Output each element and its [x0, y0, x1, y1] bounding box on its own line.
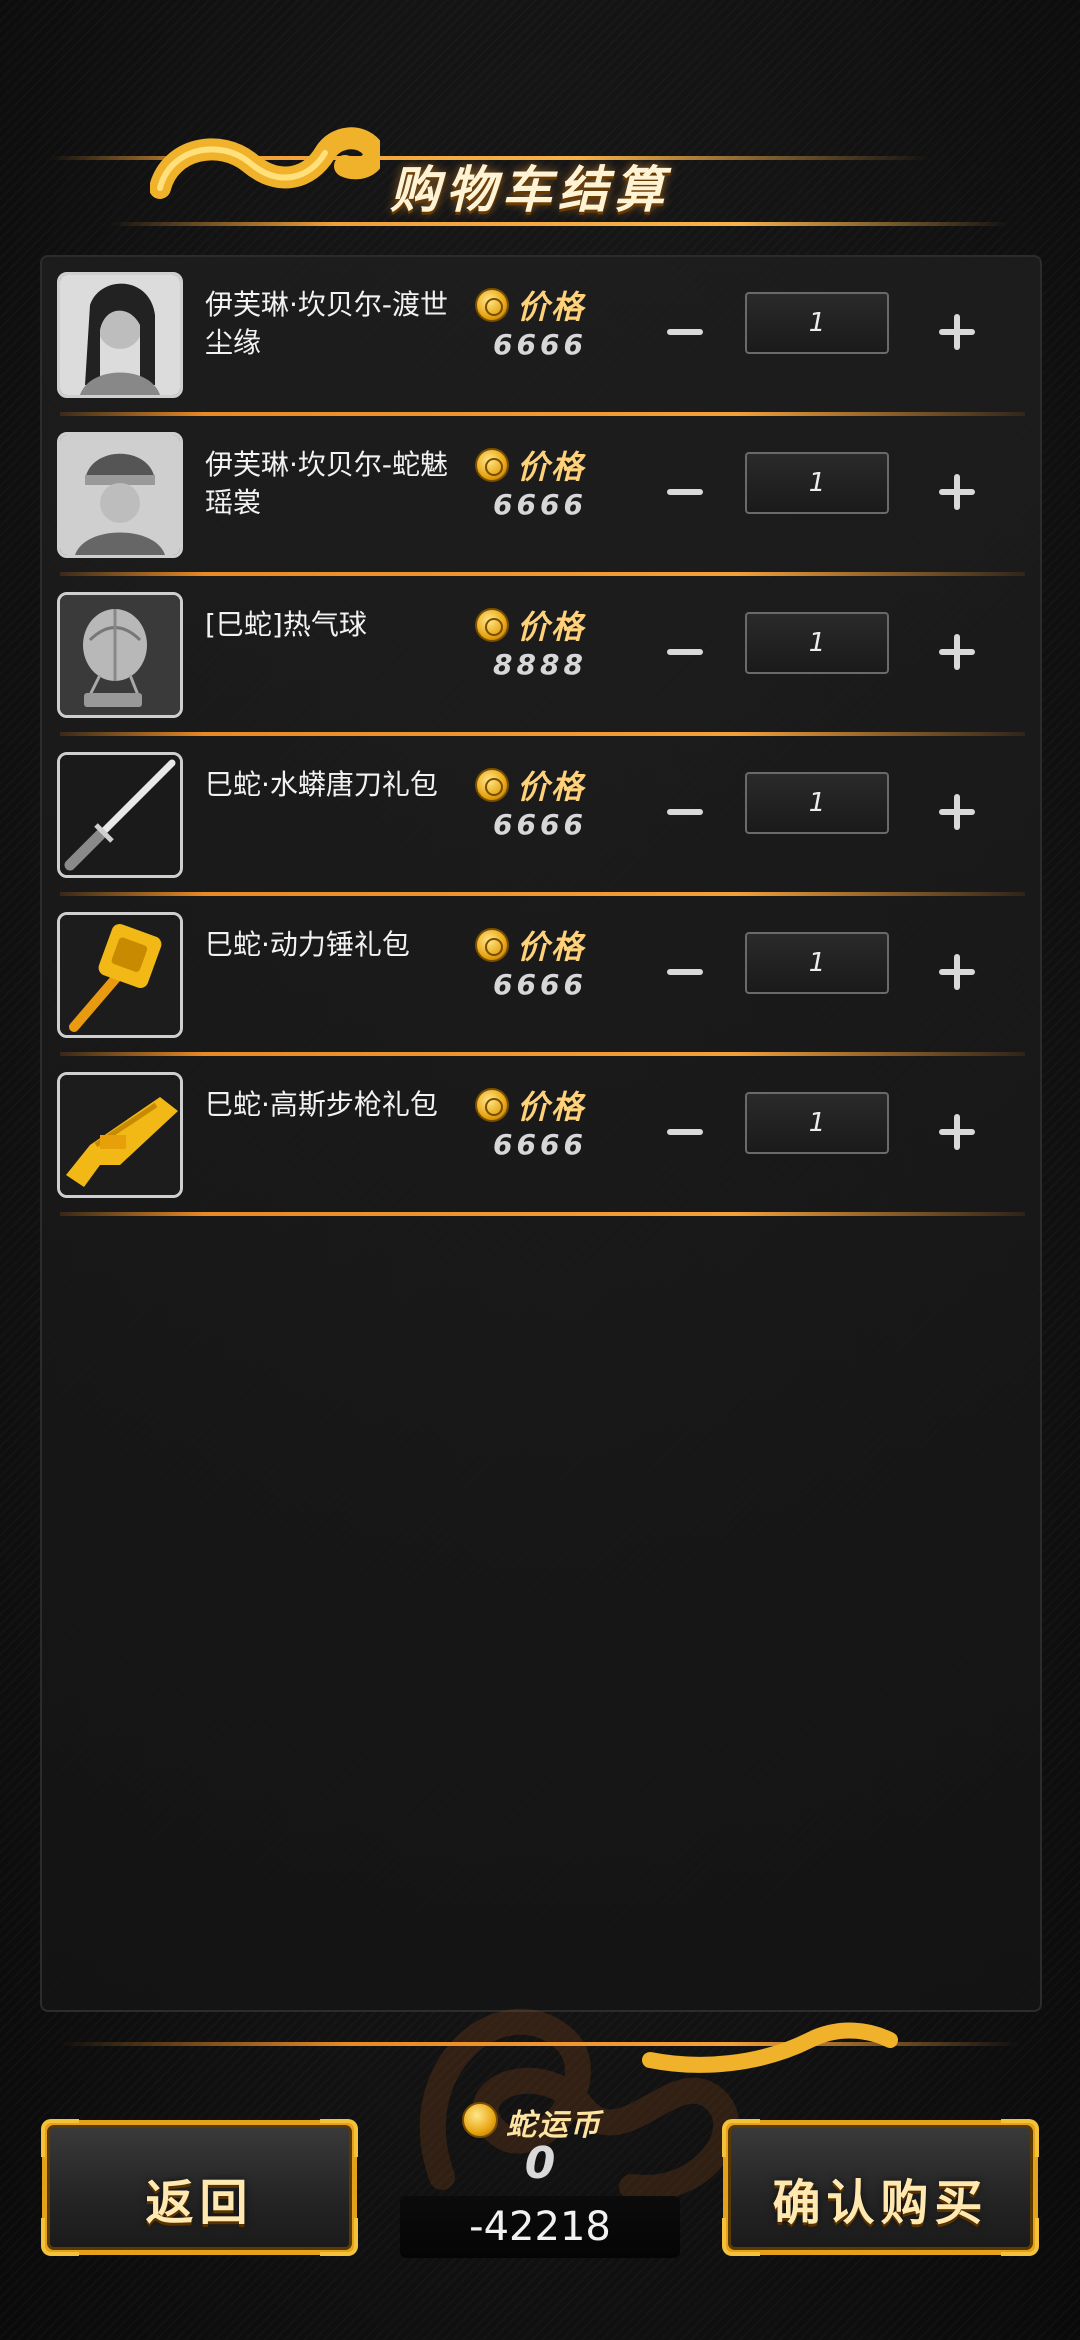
- hot-air-balloon-icon: [57, 592, 183, 718]
- cart-item: 伊芙琳·坎贝尔-渡世尘缘 价格 6666 1: [55, 258, 1035, 418]
- header-divider-bottom: [110, 222, 1010, 226]
- item-name: 巳蛇·高斯步枪礼包: [205, 1088, 438, 1121]
- balance-value: -42218: [469, 2204, 611, 2250]
- portrait-headdress-icon: [57, 432, 183, 558]
- increase-quantity-button[interactable]: [927, 942, 987, 1002]
- quantity-field[interactable]: 1: [745, 932, 889, 994]
- price-label: 价格: [517, 928, 586, 966]
- increase-quantity-button[interactable]: [927, 462, 987, 522]
- corner-ornament: [41, 2119, 79, 2157]
- confirm-purchase-label: 确认购买: [772, 2175, 989, 2231]
- coin-icon: [475, 288, 509, 322]
- cart-item: 伊芙琳·坎贝尔-蛇魅瑶裳 价格 6666 1: [55, 418, 1035, 578]
- decrease-quantity-button[interactable]: [655, 462, 715, 522]
- coin-icon: [475, 768, 509, 802]
- row-divider: [60, 1212, 1025, 1216]
- portrait-woman-icon: [57, 272, 183, 398]
- price-label: 价格: [517, 1088, 586, 1126]
- cart-item: 巳蛇·水蟒唐刀礼包 价格 6666 1: [55, 738, 1035, 898]
- increase-quantity-button[interactable]: [927, 782, 987, 842]
- coin-icon: [475, 608, 509, 642]
- confirm-purchase-button[interactable]: 确认购买: [722, 2119, 1039, 2256]
- row-divider: [60, 892, 1025, 896]
- cart-item: 巳蛇·动力锤礼包 价格 6666 1: [55, 898, 1035, 1058]
- decrease-quantity-button[interactable]: [655, 1102, 715, 1162]
- corner-ornament: [320, 2119, 358, 2157]
- corner-ornament: [722, 2119, 760, 2157]
- golden-hammer-icon: [57, 912, 183, 1038]
- item-name: 伊芙琳·坎贝尔-渡世尘缘: [205, 288, 449, 359]
- price-label: 价格: [517, 448, 586, 486]
- back-button[interactable]: 返回: [41, 2119, 358, 2256]
- row-divider: [60, 572, 1025, 576]
- corner-ornament: [1001, 2119, 1039, 2157]
- decrease-quantity-button[interactable]: [655, 942, 715, 1002]
- item-price: 6666: [493, 808, 587, 841]
- coin-icon: [462, 2102, 498, 2138]
- item-name: 伊芙琳·坎贝尔-蛇魅瑶裳: [205, 448, 449, 519]
- back-button-label: 返回: [145, 2175, 254, 2231]
- decrease-quantity-button[interactable]: [655, 622, 715, 682]
- increase-quantity-button[interactable]: [927, 1102, 987, 1162]
- price-label: 价格: [517, 608, 586, 646]
- item-price: 6666: [493, 328, 587, 361]
- katana-icon: [57, 752, 183, 878]
- row-divider: [60, 412, 1025, 416]
- golden-rifle-icon: [57, 1072, 183, 1198]
- item-price: 6666: [493, 488, 587, 521]
- item-price: 6666: [493, 968, 587, 1001]
- increase-quantity-button[interactable]: [927, 622, 987, 682]
- quantity-field[interactable]: 1: [745, 772, 889, 834]
- decrease-quantity-button[interactable]: [655, 782, 715, 842]
- quantity-field[interactable]: 1: [745, 292, 889, 354]
- coin-icon: [475, 1088, 509, 1122]
- quantity-field[interactable]: 1: [745, 612, 889, 674]
- coin-icon: [475, 448, 509, 482]
- price-label: 价格: [517, 288, 586, 326]
- header: 购物车结算: [0, 0, 1080, 250]
- increase-quantity-button[interactable]: [927, 302, 987, 362]
- row-divider: [60, 1052, 1025, 1056]
- currency-value: 0: [524, 2138, 556, 2189]
- currency-panel: 蛇运币 0 -42218: [390, 2100, 690, 2260]
- row-divider: [60, 732, 1025, 736]
- item-price: 8888: [493, 648, 587, 681]
- page-title: 购物车结算: [390, 161, 670, 219]
- quantity-field[interactable]: 1: [745, 452, 889, 514]
- price-label: 价格: [517, 768, 586, 806]
- item-name: 巳蛇·水蟒唐刀礼包: [205, 768, 438, 801]
- item-price: 6666: [493, 1128, 587, 1161]
- quantity-field[interactable]: 1: [745, 1092, 889, 1154]
- coin-icon: [475, 928, 509, 962]
- golden-snake-icon: [150, 127, 380, 199]
- decrease-quantity-button[interactable]: [655, 302, 715, 362]
- item-name: [巳蛇]热气球: [205, 608, 367, 641]
- cart-item: 巳蛇·高斯步枪礼包 价格 6666 1: [55, 1058, 1035, 1218]
- golden-snake-tail-icon: [642, 2022, 898, 2073]
- cart-item: [巳蛇]热气球 价格 8888 1: [55, 578, 1035, 738]
- item-name: 巳蛇·动力锤礼包: [205, 928, 410, 961]
